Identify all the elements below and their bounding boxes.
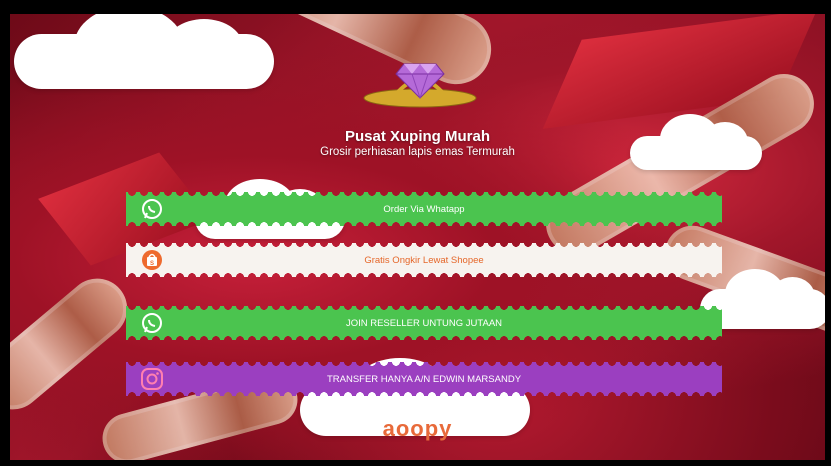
diamond-logo-icon [363,63,477,108]
footer-brand-logo: aoopy [382,416,453,441]
shopee-icon: S [142,250,162,270]
whatsapp-icon [142,313,162,333]
decorative-cloud [14,14,274,89]
instagram-icon [141,368,163,390]
page-background: Pusat Xuping Murah Grosir perhiasan lapi… [10,14,825,460]
button-label: JOIN RESELLER UNTUNG JUTAAN [345,317,503,329]
transfer-info-button[interactable]: TRANSFER HANYA A/N EDWIN MARSANDY [126,362,722,396]
svg-text:S: S [150,261,154,267]
shopee-button[interactable]: S Gratis Ongkir Lewat Shopee [126,243,722,277]
order-whatsapp-button[interactable]: Order Via Whatapp [126,192,722,226]
decorative-ring [10,266,140,422]
join-reseller-button[interactable]: JOIN RESELLER UNTUNG JUTAAN [126,306,722,340]
page-title: Pusat Xuping Murah [344,128,490,145]
button-label: TRANSFER HANYA A/N EDWIN MARSANDY [326,373,522,385]
page-subtitle: Grosir perhiasan lapis emas Termurah [320,146,515,158]
button-label: Order Via Whatapp [383,203,465,215]
button-label: Gratis Ongkir Lewat Shopee [364,254,484,266]
screenshot-frame: Pusat Xuping Murah Grosir perhiasan lapi… [0,0,831,466]
whatsapp-icon [142,199,162,219]
